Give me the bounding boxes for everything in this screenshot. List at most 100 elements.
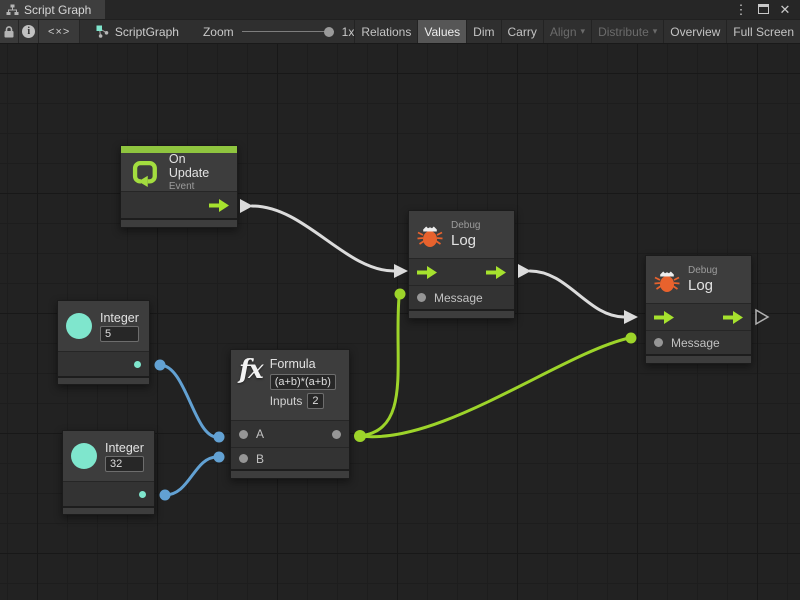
node-header: fx Formula (a+b)*(a+b) Inputs 2 bbox=[231, 350, 349, 420]
script-graph-window: Script Graph ⋮ ✕ i <×> bbox=[0, 0, 800, 600]
formula-expression-field[interactable]: (a+b)*(a+b) bbox=[270, 374, 336, 390]
onupdate-output-triangle bbox=[240, 199, 253, 213]
wire-endpoint bbox=[214, 432, 225, 443]
zoom-label: Zoom bbox=[203, 25, 234, 39]
window-tab-bar: Script Graph ⋮ ✕ bbox=[0, 0, 800, 19]
tab-title: Script Graph bbox=[24, 3, 91, 17]
inputs-label: Inputs bbox=[270, 394, 303, 408]
node-footer bbox=[58, 376, 149, 384]
input-row-a: A bbox=[231, 420, 349, 447]
bug-icon bbox=[417, 222, 443, 248]
wire-formula-to-log1-message bbox=[360, 297, 399, 436]
relations-button[interactable]: Relations bbox=[354, 20, 417, 43]
values-button[interactable]: Values bbox=[417, 20, 466, 43]
code-icon: <×> bbox=[48, 26, 70, 38]
close-icon[interactable]: ✕ bbox=[776, 2, 794, 18]
node-footer bbox=[121, 218, 237, 227]
wire-endpoint bbox=[354, 430, 366, 442]
output-row bbox=[63, 481, 154, 506]
integer-value-field[interactable]: 32 bbox=[105, 456, 144, 472]
node-integer-5[interactable]: Integer 5 bbox=[57, 300, 150, 385]
control-output-row bbox=[121, 191, 237, 218]
lock-button[interactable] bbox=[0, 20, 19, 43]
value-input-port-b[interactable] bbox=[239, 454, 248, 463]
wire-onupdate-to-log1 bbox=[252, 206, 394, 271]
value-output-port[interactable] bbox=[139, 491, 146, 498]
maximize-icon[interactable] bbox=[754, 2, 772, 17]
script-graph-icon bbox=[96, 25, 109, 38]
node-footer bbox=[63, 506, 154, 514]
control-row bbox=[409, 258, 514, 285]
lock-icon bbox=[3, 25, 15, 38]
node-subtitle: Event bbox=[169, 181, 229, 192]
zoom-control: Zoom 1x bbox=[203, 20, 354, 43]
value-input-port[interactable] bbox=[417, 293, 426, 302]
graph-name: ScriptGraph bbox=[115, 25, 179, 39]
zoom-slider[interactable] bbox=[242, 26, 334, 38]
value-input-port[interactable] bbox=[654, 338, 663, 347]
wire-endpoint bbox=[155, 360, 166, 371]
distribute-button[interactable]: Distribute bbox=[591, 20, 663, 43]
node-debug-log-2[interactable]: Debug Log Message bbox=[645, 255, 752, 364]
control-output-port[interactable] bbox=[723, 311, 743, 324]
wire-int5-to-formula-a bbox=[160, 365, 217, 437]
input-row-b: B bbox=[231, 447, 349, 469]
wire-endpoint bbox=[626, 333, 637, 344]
node-title: Log bbox=[688, 277, 717, 294]
port-label: Message bbox=[434, 291, 483, 305]
node-title: Log bbox=[451, 232, 480, 249]
fullscreen-button[interactable]: Full Screen bbox=[726, 20, 800, 43]
control-input-port[interactable] bbox=[654, 311, 674, 324]
port-label: Message bbox=[671, 336, 720, 350]
control-output-port[interactable] bbox=[209, 199, 229, 212]
info-button[interactable]: i bbox=[19, 20, 39, 43]
toolbar-buttons: Relations Values Dim Carry Align Distrib… bbox=[354, 20, 800, 43]
bug-icon bbox=[654, 267, 680, 293]
integer-value-field[interactable]: 5 bbox=[100, 326, 139, 342]
integer-icon bbox=[71, 443, 97, 469]
graph-breadcrumb[interactable]: ScriptGraph bbox=[96, 20, 179, 43]
node-title: Formula bbox=[270, 357, 336, 371]
node-on-update[interactable]: On Update Event bbox=[120, 145, 238, 228]
graph-icon bbox=[6, 4, 19, 16]
control-output-port[interactable] bbox=[486, 266, 506, 279]
inputs-count-field[interactable]: 2 bbox=[307, 393, 323, 409]
update-loop-icon bbox=[129, 157, 161, 187]
align-button[interactable]: Align bbox=[543, 20, 591, 43]
wire-int32-to-formula-b bbox=[165, 457, 217, 495]
wire-endpoint bbox=[214, 452, 225, 463]
node-formula[interactable]: fx Formula (a+b)*(a+b) Inputs 2 A B bbox=[230, 349, 350, 479]
message-row: Message bbox=[646, 330, 751, 354]
menu-icon[interactable]: ⋮ bbox=[732, 2, 750, 18]
graph-toolbar: i <×> ScriptGraph Zoom 1x Relations Valu… bbox=[0, 19, 800, 44]
zoom-value: 1x bbox=[342, 25, 355, 39]
value-output-port[interactable] bbox=[134, 361, 141, 368]
graph-canvas[interactable]: On Update Event bbox=[0, 44, 800, 600]
node-integer-32[interactable]: Integer 32 bbox=[62, 430, 155, 515]
wire-arrowhead bbox=[624, 310, 638, 324]
wire-arrowhead bbox=[394, 264, 408, 278]
node-header: Debug Log bbox=[409, 211, 514, 258]
dim-button[interactable]: Dim bbox=[466, 20, 500, 43]
node-header: Integer 5 bbox=[58, 301, 149, 351]
port-label: B bbox=[256, 452, 264, 466]
overview-button[interactable]: Overview bbox=[663, 20, 726, 43]
node-footer bbox=[409, 309, 514, 318]
wire-log1-to-log2 bbox=[530, 271, 624, 317]
control-input-port[interactable] bbox=[417, 266, 437, 279]
node-header: On Update Event bbox=[121, 153, 237, 191]
wire-formula-to-log2-message bbox=[360, 338, 629, 437]
node-debug-log-1[interactable]: Debug Log Message bbox=[408, 210, 515, 319]
wire-endpoint bbox=[160, 490, 171, 501]
log2-output-triangle bbox=[756, 310, 768, 324]
tab-script-graph[interactable]: Script Graph bbox=[0, 0, 105, 19]
output-row bbox=[58, 351, 149, 376]
zoom-slider-handle[interactable] bbox=[324, 27, 334, 37]
wire-endpoint bbox=[395, 289, 406, 300]
value-output-port[interactable] bbox=[332, 430, 341, 439]
control-row bbox=[646, 303, 751, 330]
carry-button[interactable]: Carry bbox=[501, 20, 543, 43]
code-button[interactable]: <×> bbox=[39, 20, 80, 43]
value-input-port-a[interactable] bbox=[239, 430, 248, 439]
info-icon: i bbox=[22, 25, 35, 38]
